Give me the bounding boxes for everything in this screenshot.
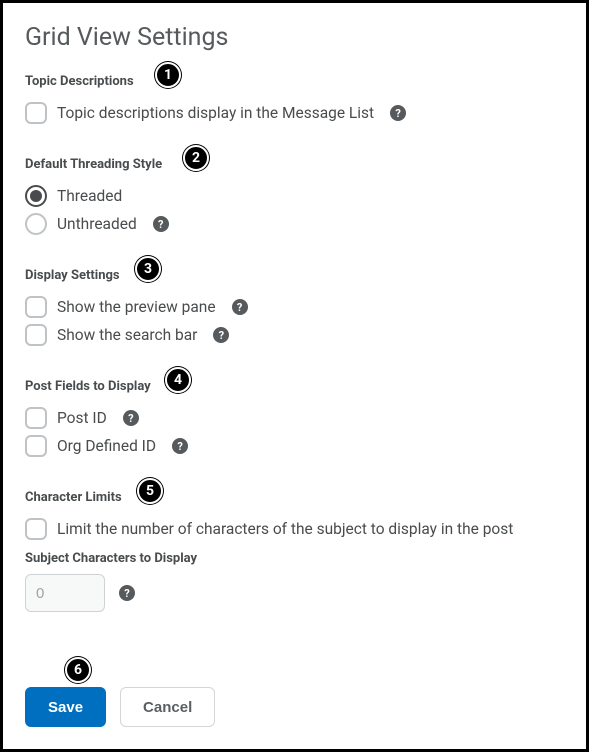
post-id-option: Post ID bbox=[57, 409, 107, 427]
cancel-button[interactable]: Cancel bbox=[120, 687, 215, 727]
annotation-6: 6 bbox=[65, 657, 91, 683]
limit-chars-option: Limit the number of characters of the su… bbox=[57, 520, 513, 538]
help-icon[interactable]: ? bbox=[119, 585, 135, 601]
search-bar-option: Show the search bar bbox=[57, 326, 197, 344]
section-post-fields: Post Fields to Display 4 Post ID ? Org D… bbox=[25, 375, 564, 460]
help-icon[interactable]: ? bbox=[123, 410, 139, 426]
preview-pane-option: Show the preview pane bbox=[57, 298, 216, 316]
help-icon[interactable]: ? bbox=[213, 327, 229, 343]
help-icon[interactable]: ? bbox=[172, 438, 188, 454]
threaded-option: Threaded bbox=[57, 187, 122, 205]
topic-descriptions-checkbox[interactable] bbox=[25, 102, 47, 124]
threaded-radio[interactable] bbox=[25, 185, 47, 207]
annotation-2: 2 bbox=[183, 145, 209, 171]
topic-descriptions-option: Topic descriptions display in the Messag… bbox=[57, 104, 374, 122]
annotation-1: 1 bbox=[155, 62, 181, 88]
unthreaded-radio[interactable] bbox=[25, 213, 47, 235]
unthreaded-option: Unthreaded bbox=[57, 215, 137, 233]
section-char-limits: Character Limits 5 Limit the number of c… bbox=[25, 486, 564, 612]
section-display: Display Settings 3 Show the preview pane… bbox=[25, 264, 564, 349]
section-threading: Default Threading Style 2 Threaded Unthr… bbox=[25, 153, 564, 238]
char-limits-label: Character Limits bbox=[25, 490, 122, 505]
limit-chars-checkbox[interactable] bbox=[25, 518, 47, 540]
threading-label: Default Threading Style bbox=[25, 157, 162, 172]
annotation-5: 5 bbox=[137, 478, 163, 504]
preview-pane-checkbox[interactable] bbox=[25, 296, 47, 318]
help-icon[interactable]: ? bbox=[390, 105, 406, 121]
button-row: 6 Save Cancel bbox=[25, 687, 215, 727]
annotation-4: 4 bbox=[165, 367, 191, 393]
org-id-checkbox[interactable] bbox=[25, 435, 47, 457]
post-fields-label: Post Fields to Display bbox=[25, 379, 151, 394]
org-id-option: Org Defined ID bbox=[57, 437, 156, 455]
page-title: Grid View Settings bbox=[25, 23, 564, 52]
display-label: Display Settings bbox=[25, 268, 120, 283]
search-bar-checkbox[interactable] bbox=[25, 324, 47, 346]
topic-descriptions-label: Topic Descriptions bbox=[25, 74, 134, 89]
save-button[interactable]: Save bbox=[25, 687, 106, 727]
section-topic-descriptions: Topic Descriptions 1 Topic descriptions … bbox=[25, 70, 564, 127]
help-icon[interactable]: ? bbox=[153, 216, 169, 232]
annotation-3: 3 bbox=[135, 256, 161, 282]
help-icon[interactable]: ? bbox=[232, 299, 248, 315]
subject-chars-label: Subject Characters to Display bbox=[25, 551, 564, 566]
post-id-checkbox[interactable] bbox=[25, 407, 47, 429]
subject-chars-input[interactable] bbox=[25, 574, 105, 612]
